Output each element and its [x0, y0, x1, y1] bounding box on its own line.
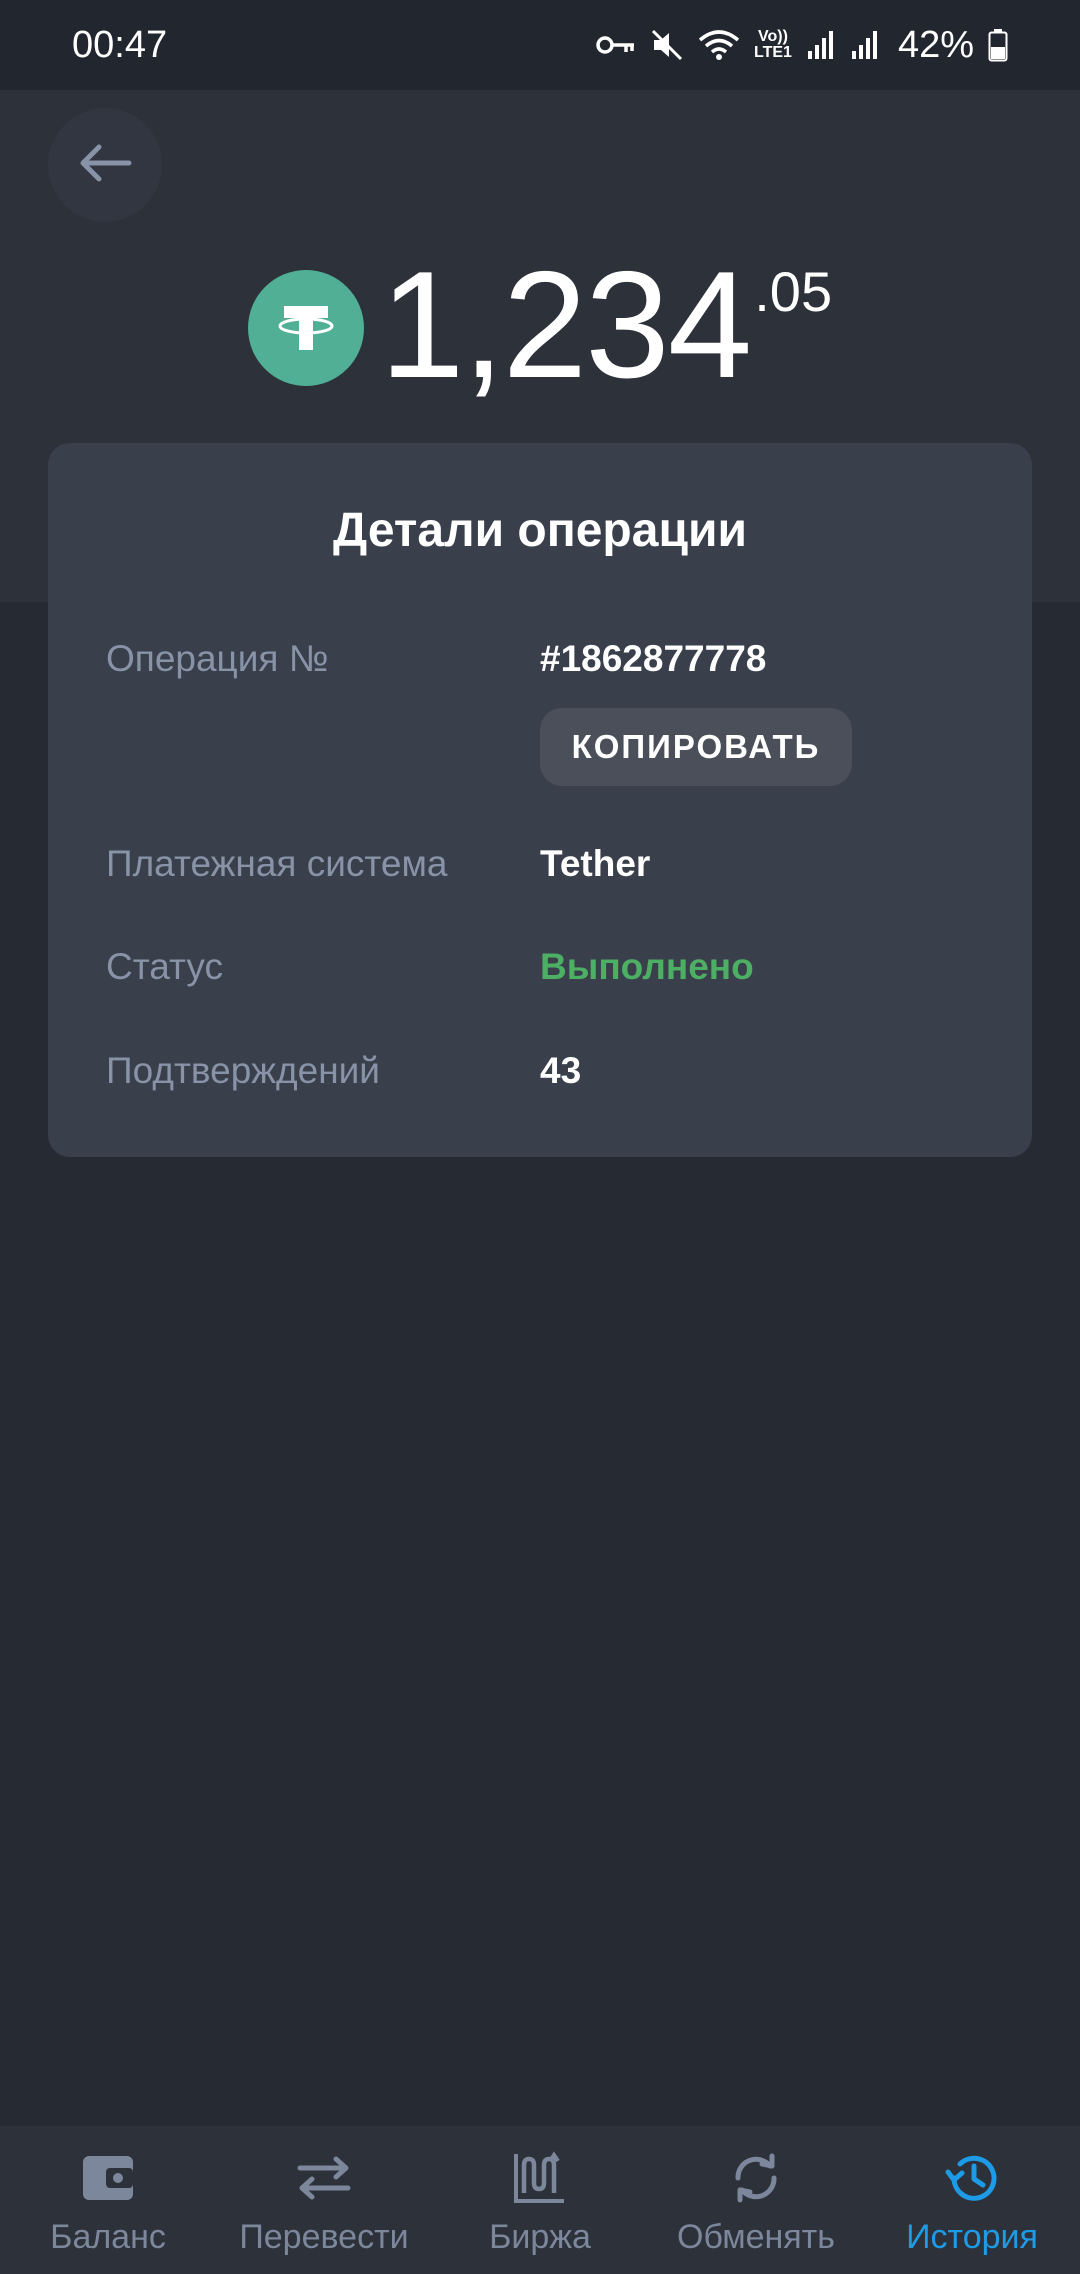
volte-icon: Vo)) LTE1 [754, 29, 792, 61]
nav-item-transfer[interactable]: Перевести [216, 2126, 432, 2274]
amount-decimal: .05 [754, 260, 833, 323]
status-bar: 00:47 Vo)) LTE1 42% [0, 0, 1080, 90]
status-time: 00:47 [72, 23, 168, 66]
payment-system-label: Платежная система [106, 843, 448, 884]
network-type-label: LTE1 [754, 44, 792, 61]
nav-label-history: История [906, 2218, 1038, 2256]
operation-number-value: #1862877778 [540, 638, 767, 679]
confirmations-label: Подтверждений [106, 1050, 380, 1091]
nav-item-swap[interactable]: Обменять [648, 2126, 864, 2274]
vpn-key-icon [596, 33, 636, 57]
nav-label-exchange: Биржа [489, 2218, 591, 2256]
operation-details-card: Детали операции Операция № #1862877778 К… [48, 443, 1032, 1157]
signal-icon-2 [850, 29, 880, 61]
back-arrow-icon [77, 143, 133, 188]
nav-label-transfer: Перевести [239, 2218, 409, 2256]
status-label: Статус [106, 946, 223, 987]
status-value: Выполнено [540, 946, 754, 987]
bottom-navigation: Баланс Перевести Биржа Обменять История [0, 2126, 1080, 2274]
history-clock-icon [942, 2148, 1002, 2208]
nav-item-balance[interactable]: Баланс [0, 2126, 216, 2274]
transfer-arrows-icon [294, 2148, 354, 2208]
exchange-chart-icon [510, 2148, 570, 2208]
amount-display: 1,234 .05 [0, 240, 1080, 410]
battery-percent: 42% [897, 23, 974, 66]
nav-label-swap: Обменять [677, 2218, 835, 2256]
mute-icon [650, 28, 684, 62]
battery-icon [988, 28, 1008, 62]
payment-system-value: Tether [540, 843, 651, 884]
signal-icon [806, 29, 836, 61]
amount-integer: 1,234 [379, 240, 752, 410]
volte-label: Vo)) [758, 28, 788, 45]
nav-label-balance: Баланс [50, 2218, 166, 2256]
nav-item-history[interactable]: История [864, 2126, 1080, 2274]
operation-number-label: Операция № [106, 638, 329, 679]
back-button[interactable] [48, 108, 162, 222]
confirmations-value: 43 [540, 1050, 582, 1091]
card-title: Детали операции [333, 504, 747, 557]
status-icons: Vo)) LTE1 42% [596, 24, 1008, 67]
nav-item-exchange[interactable]: Биржа [432, 2126, 648, 2274]
wallet-icon [78, 2148, 138, 2208]
copy-button[interactable]: КОПИРОВАТЬ [540, 708, 852, 786]
wifi-icon [698, 29, 740, 61]
tether-icon [247, 270, 364, 386]
swap-refresh-icon [726, 2148, 786, 2208]
